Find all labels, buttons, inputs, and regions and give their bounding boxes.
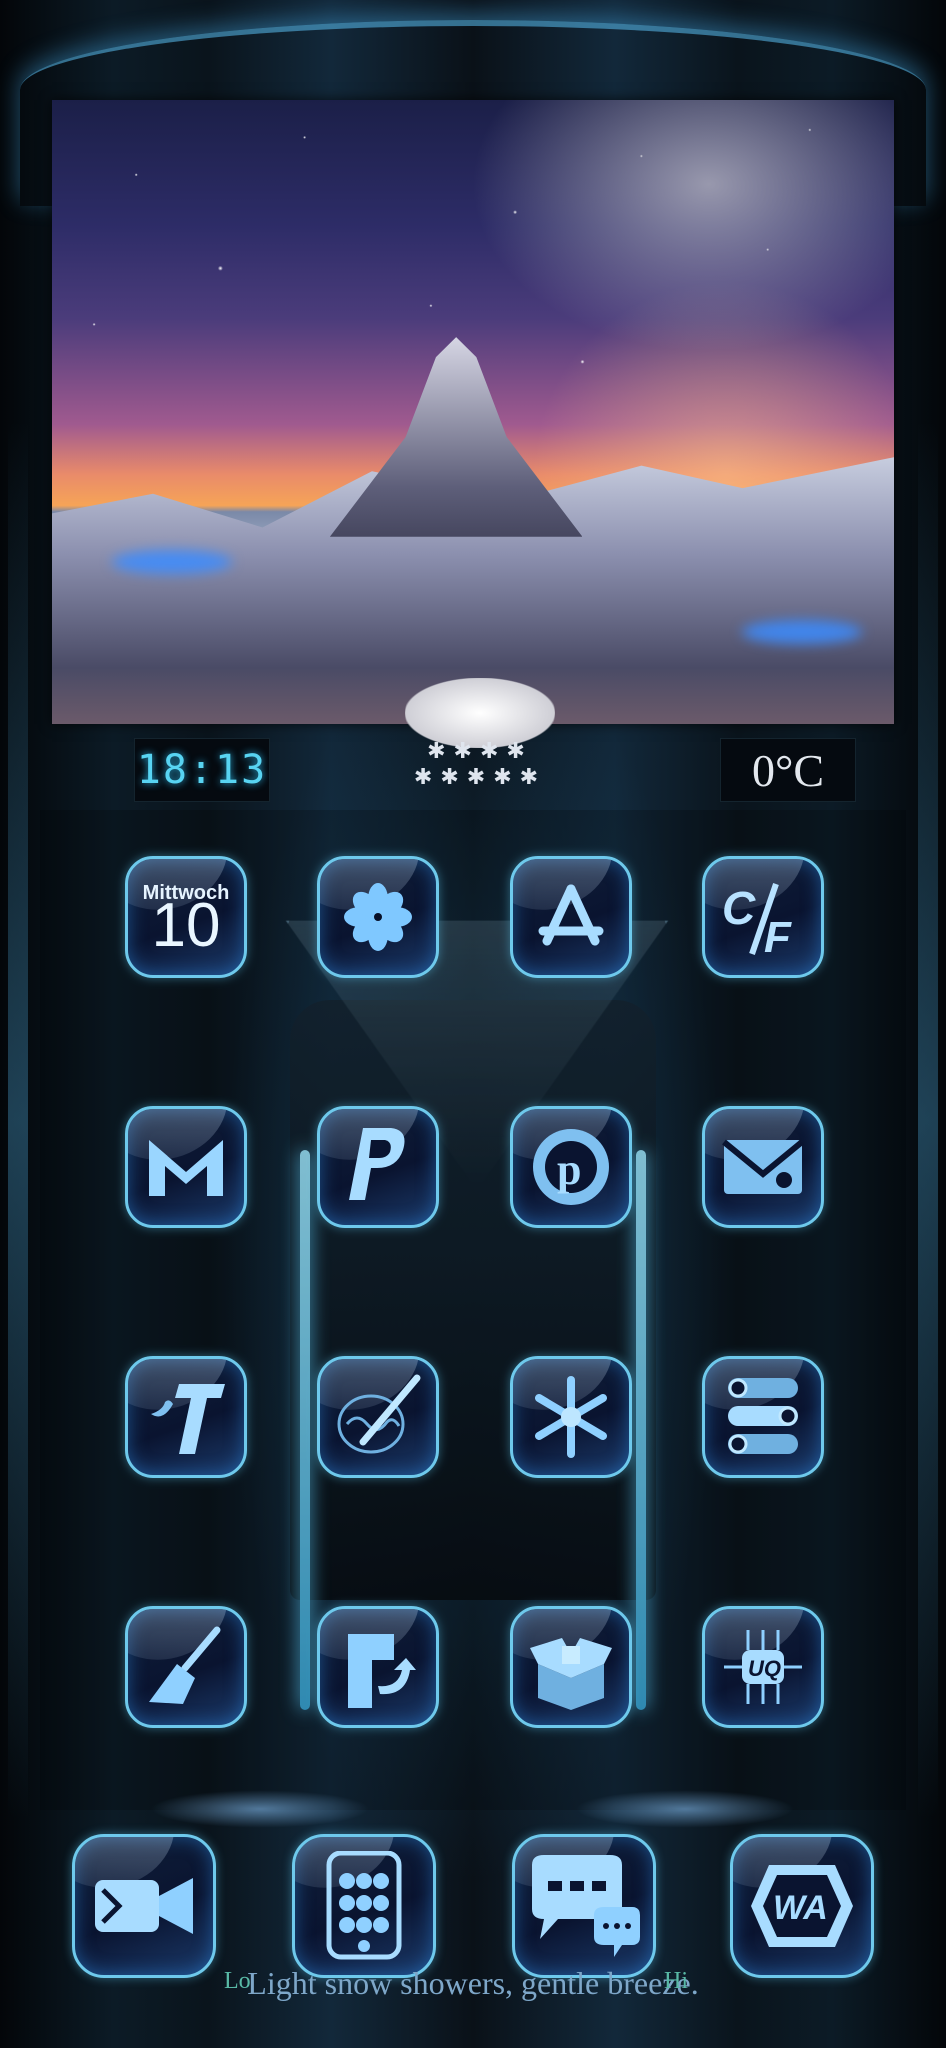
left-rail-decoration [8,420,28,1820]
weather-forecast-text: Light snow showers, gentle breeze. [247,1965,699,2001]
phone-keypad-icon[interactable] [292,1834,436,1978]
svg-text:WA: WA [773,1889,828,1927]
glow-wisp-left [150,1790,370,1828]
brain-pencil-icon[interactable] [317,1356,439,1478]
svg-text:UQ: UQ [748,1656,781,1681]
paypal-icon[interactable] [317,1106,439,1228]
reply-arrow-icon[interactable] [317,1606,439,1728]
pinterest-icon[interactable]: p [510,1106,632,1228]
high-temp-label: Hi [664,1968,688,1994]
settings-toggles-icon[interactable] [702,1356,824,1478]
pinwheel-icon[interactable] [317,856,439,978]
broom-icon[interactable] [125,1606,247,1728]
twitter-icon[interactable] [125,1356,247,1478]
svg-text:F: F [764,913,792,960]
svg-text:C: C [722,882,756,934]
chip-icon[interactable]: UQ [702,1606,824,1728]
calendar-icon[interactable]: Mittwoch 10 [125,856,247,978]
mail-icon[interactable] [702,1106,824,1228]
clock-display[interactable]: 18:13 [134,738,270,802]
snowflake-icon[interactable] [510,1356,632,1478]
glow-wisp-right [575,1790,795,1828]
chat-bubbles-icon[interactable] [512,1834,656,1978]
calendar-day: 10 [151,891,221,960]
temperature-display[interactable]: 0°C [720,738,856,802]
low-temp-label: Lo [224,1968,251,1994]
gmail-icon[interactable] [125,1106,247,1228]
whatsapp-icon[interactable]: WA [730,1834,874,1978]
celsius-fahrenheit-icon[interactable]: C F [702,856,824,978]
package-box-icon[interactable] [510,1606,632,1728]
snow-cloud-icon: ✱✱✱✱ ✱✱✱✱✱ [395,668,565,818]
mountain-photo-widget[interactable] [52,100,894,724]
right-rail-decoration [918,420,938,1820]
app-store-icon[interactable] [510,856,632,978]
svg-text:p: p [557,1145,581,1194]
video-camera-icon[interactable] [72,1834,216,1978]
